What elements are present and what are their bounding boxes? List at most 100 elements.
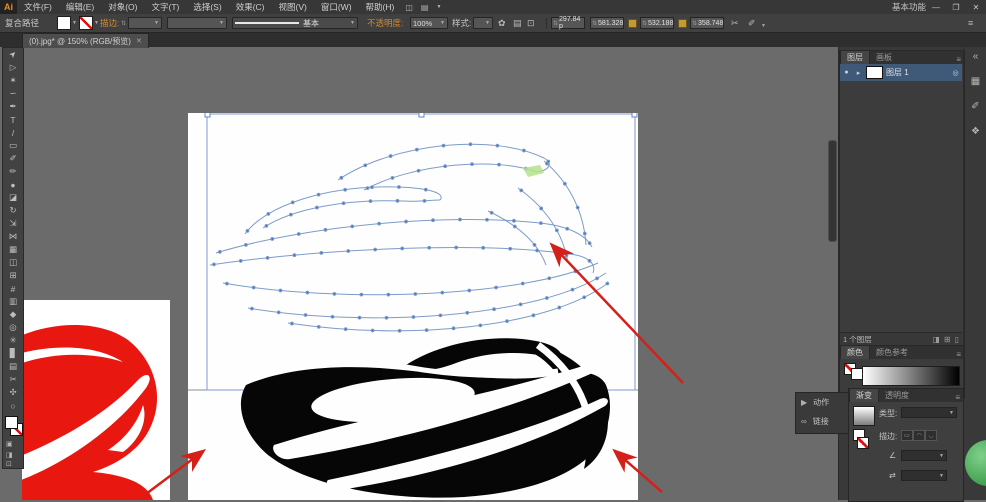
style-dropdown[interactable]: ▼ <box>473 17 493 29</box>
make-clipping-mask-icon[interactable]: ◨ <box>932 335 940 344</box>
pen-tool[interactable]: ✒ <box>3 100 23 113</box>
stroke-within-icon[interactable]: ▭ <box>901 430 913 441</box>
gradient-stroke-swatch[interactable] <box>857 437 869 449</box>
transform-x-field[interactable]: ⇅ 297.84 p <box>551 16 585 30</box>
canvas-area[interactable] <box>22 47 838 500</box>
tab-layers[interactable]: 图层 <box>840 50 870 64</box>
gradient-type-dropdown[interactable]: ▼ <box>901 407 957 418</box>
zoom-tool[interactable]: ○ <box>3 399 23 412</box>
opacity-dropdown[interactable]: 100% ▼ <box>410 17 448 29</box>
symbols-panel-icon[interactable]: ❖ <box>971 126 980 137</box>
brush-definition-dropdown[interactable]: 基本 ▼ <box>232 17 358 29</box>
stroke-caret-icon[interactable]: ▼ <box>94 20 99 26</box>
line-segment-tool[interactable]: / <box>3 126 23 139</box>
rotate-tool[interactable]: ↻ <box>3 204 23 217</box>
pencil-tool[interactable]: ✏ <box>3 165 23 178</box>
align-dropdown-icon[interactable]: ▤ <box>513 17 522 29</box>
tab-artboards[interactable]: 画板 <box>870 51 898 64</box>
menu-type[interactable]: 文字(T) <box>144 1 186 13</box>
scale-tool[interactable]: ⇲ <box>3 217 23 230</box>
tab-transparency[interactable]: 透明度 <box>879 389 915 402</box>
menu-effect[interactable]: 效果(C) <box>229 1 272 13</box>
symbol-sprayer-tool[interactable]: ✳ <box>3 334 23 347</box>
layer-visibility-icon[interactable]: ● <box>842 69 851 76</box>
hand-tool[interactable]: ✣ <box>3 386 23 399</box>
tab-close-icon[interactable]: ✕ <box>136 37 142 45</box>
shape-builder-tool[interactable]: ◫ <box>3 256 23 269</box>
stroke-stepper-icon[interactable]: ⇅ <box>121 17 126 29</box>
stroke-weight-label[interactable]: 描边: <box>100 17 119 29</box>
stroke-along-icon[interactable]: ◠ <box>913 430 925 441</box>
column-graph-tool[interactable]: ▊ <box>3 347 23 360</box>
tab-gradient[interactable]: 渐变 <box>849 388 879 402</box>
color-mode-icon[interactable]: ▣ <box>6 440 13 448</box>
menu-object[interactable]: 对象(O) <box>101 1 144 13</box>
restore-button[interactable]: ❐ <box>946 3 966 12</box>
gradient-angle-field[interactable]: ▼ <box>901 450 947 461</box>
wireframe-paths[interactable] <box>209 142 610 333</box>
magic-wand-tool[interactable]: ✶ <box>3 74 23 87</box>
transform-y-field[interactable]: ⇅ 581.328 <box>590 17 624 29</box>
perspective-grid-tool[interactable]: ⊞ <box>3 269 23 282</box>
transform-w-field[interactable]: ⇅ 532.188 <box>640 17 674 29</box>
fill-color-swatch[interactable]: ▼ <box>57 16 77 30</box>
width-tool[interactable]: ⋈ <box>3 230 23 243</box>
tab-color[interactable]: 颜色 <box>840 345 870 359</box>
menu-edit[interactable]: 编辑(E) <box>59 1 101 13</box>
width-profile-dropdown[interactable]: ▼ <box>167 17 227 29</box>
style-label[interactable]: 样式: <box>452 17 471 29</box>
blob-brush-tool[interactable]: ● <box>3 178 23 191</box>
align-artboard-icon[interactable]: ⊡ <box>527 17 535 29</box>
mesh-tool[interactable]: # <box>3 282 23 295</box>
delete-layer-icon[interactable]: ▯ <box>955 335 959 344</box>
close-button[interactable]: ✕ <box>966 3 986 12</box>
menu-help[interactable]: 帮助(H) <box>359 1 402 13</box>
arrange-documents-icon[interactable]: ▤ <box>417 3 433 12</box>
workspace-switcher[interactable]: 基本功能 <box>892 1 926 13</box>
transform-h-field[interactable]: ⇅ 358.748 <box>690 17 724 29</box>
gradient-panel-menu-icon[interactable]: ≡ <box>955 393 963 402</box>
fill-color-indicator[interactable] <box>5 416 18 429</box>
artboard[interactable] <box>188 111 638 500</box>
swatches-panel-icon[interactable]: ▦ <box>971 76 980 87</box>
menu-select[interactable]: 选择(S) <box>186 1 228 13</box>
menu-file[interactable]: 文件(F) <box>17 1 59 13</box>
grayscale-ramp[interactable] <box>862 366 960 386</box>
menu-window[interactable]: 窗口(W) <box>314 1 359 13</box>
black-swirl-artwork[interactable] <box>240 338 610 498</box>
fill-caret-icon[interactable]: ▼ <box>72 20 77 26</box>
eyedropper-tool[interactable]: ◆ <box>3 308 23 321</box>
blend-tool[interactable]: ◎ <box>3 321 23 334</box>
recolor-artwork-icon[interactable]: ✿ <box>498 17 506 29</box>
drawing-mode-icon[interactable]: ◨ <box>6 451 13 459</box>
document-tab[interactable]: (0).jpg* @ 150% (RGB/预览) ✕ <box>22 33 149 48</box>
minimize-button[interactable]: — <box>926 3 946 12</box>
lasso-tool[interactable]: ∽ <box>3 87 23 100</box>
opacity-label[interactable]: 不透明度: <box>367 17 403 29</box>
gradient-thumbnail[interactable] <box>853 406 875 426</box>
vertical-scrollbar[interactable] <box>828 140 837 242</box>
paintbrush-tool[interactable]: ✐ <box>3 152 23 165</box>
collapse-panels-icon[interactable]: « <box>973 51 979 62</box>
stroke-across-icon[interactable]: ◡ <box>925 430 937 441</box>
layer-expand-icon[interactable]: ▸ <box>854 69 863 77</box>
tab-color-guide[interactable]: 颜色参考 <box>870 346 914 359</box>
rectangle-tool[interactable]: ▭ <box>3 139 23 152</box>
scissors-icon[interactable]: ✂ <box>731 17 739 29</box>
arrange-caret-icon[interactable]: ▼ <box>432 4 445 10</box>
artboard-tool[interactable]: ▤ <box>3 360 23 373</box>
bridge-icon[interactable]: ◫ <box>401 3 417 12</box>
new-layer-icon[interactable]: ⊞ <box>944 335 951 344</box>
stroke-weight-dropdown[interactable]: ▼ <box>128 17 162 29</box>
layer-row[interactable]: ● ▸ 图层 1 ◎ <box>840 64 962 81</box>
free-transform-tool[interactable]: ▦ <box>3 243 23 256</box>
swap-wh-icon[interactable] <box>678 17 687 29</box>
screen-mode-icon[interactable]: ⊡ <box>6 460 12 468</box>
gradient-aspect-field[interactable]: ▼ <box>901 470 947 481</box>
controlbar-menu-icon[interactable]: ≡ <box>968 17 973 29</box>
constrain-link-icon[interactable] <box>628 17 637 29</box>
stroke-color-swatch[interactable]: ▼ <box>79 16 99 30</box>
isolate-pen-icon[interactable]: ✐ <box>748 17 756 29</box>
menu-view[interactable]: 视图(V) <box>272 1 314 13</box>
type-tool[interactable]: T <box>3 113 23 126</box>
